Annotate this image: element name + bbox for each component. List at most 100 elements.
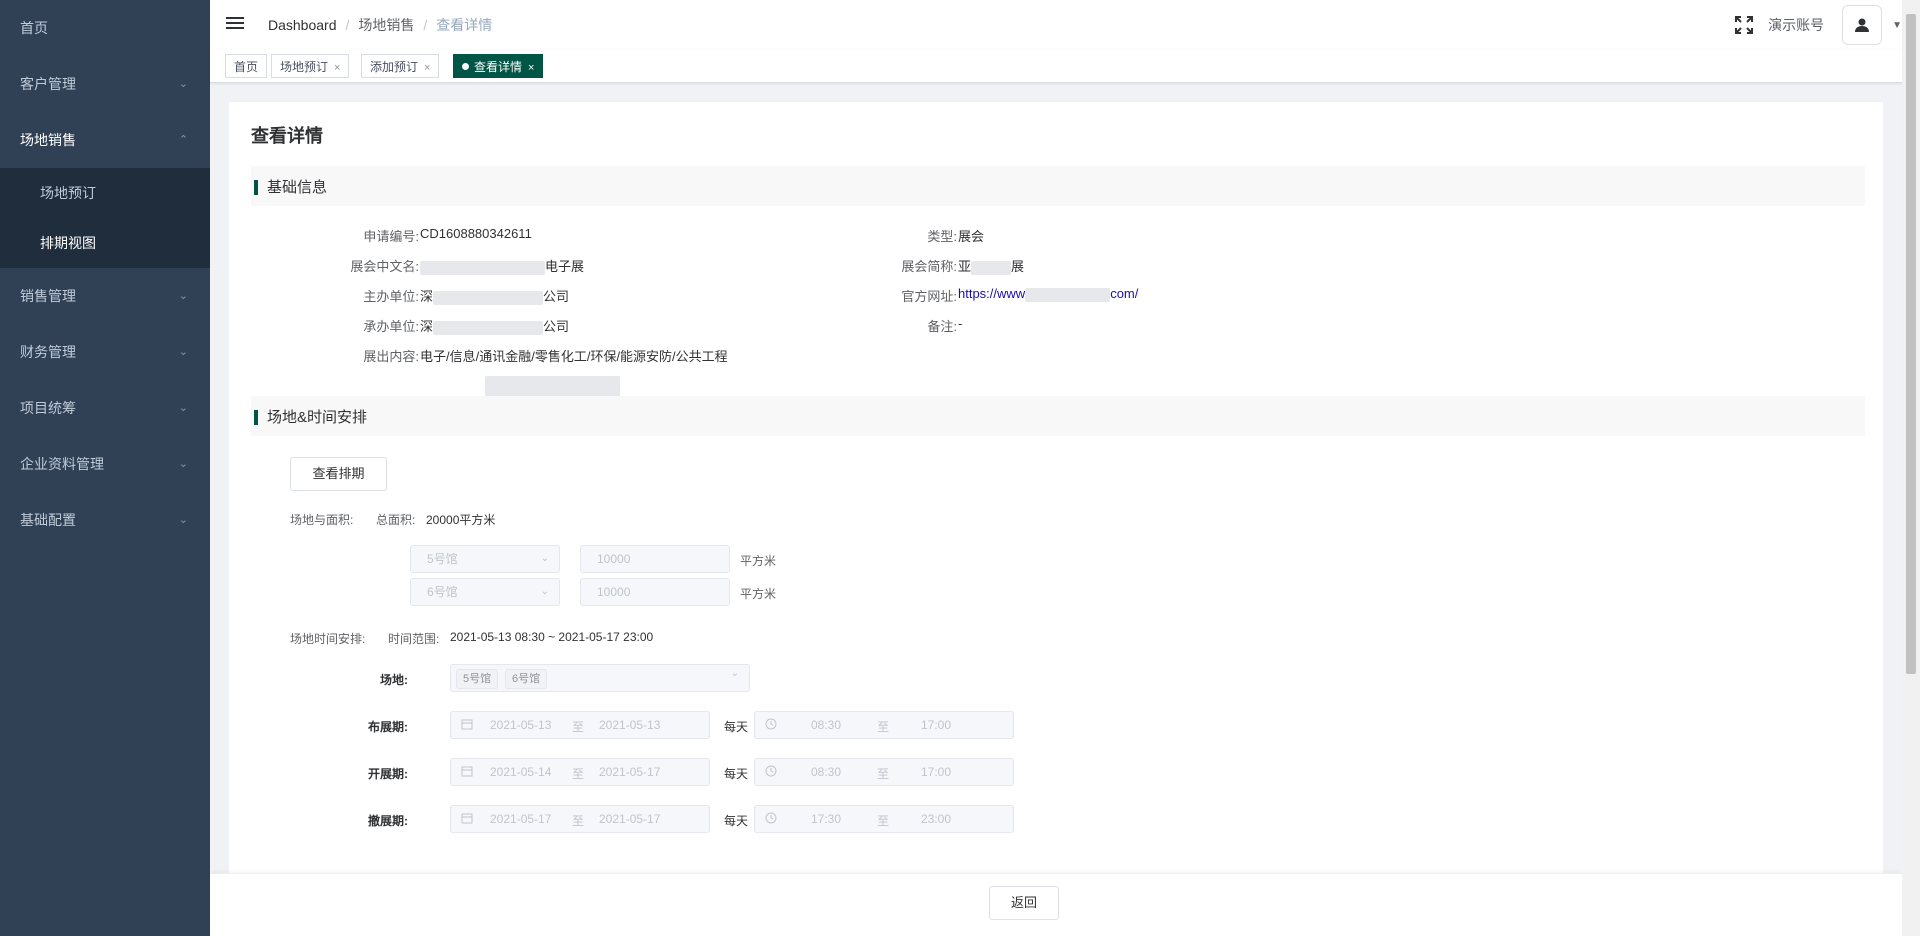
hall-select[interactable]: 5号馆 ⌄ (410, 545, 560, 573)
account-name[interactable]: 演示账号 (1768, 15, 1824, 35)
hamburger-icon[interactable] (226, 14, 244, 32)
submenu-schedule-view[interactable]: 排期视图 (0, 218, 210, 268)
scrollbar-thumb[interactable] (1906, 14, 1916, 674)
input-value: 10000 (597, 552, 631, 566)
chevron-down-icon: ⌄ (540, 553, 549, 564)
info-label: 备注: (927, 319, 957, 334)
venue-sales-submenu: 场地预订 排期视图 (0, 168, 210, 268)
date-start: 2021-05-13 (490, 718, 552, 732)
user-icon (1855, 18, 1870, 32)
menu-finance[interactable]: 财务管理 ⌄ (0, 324, 210, 380)
menu-home[interactable]: 首页 (0, 0, 210, 56)
date-end: 2021-05-17 (599, 812, 661, 826)
section-title: 基础信息 (267, 179, 328, 196)
date-range-picker[interactable]: 2021-05-14 至 2021-05-17 (450, 758, 710, 786)
menu-config[interactable]: 基础配置 ⌄ (0, 492, 210, 548)
chevron-down-icon: ⌄ (178, 290, 188, 302)
tag-home[interactable]: 首页 (225, 54, 268, 78)
area-unit: 平方米 (740, 554, 777, 568)
active-dot-icon (462, 63, 469, 71)
menu-label: 客户管理 (20, 76, 76, 92)
breadcrumb-dashboard[interactable]: Dashboard (268, 17, 337, 33)
menu-sales[interactable]: 销售管理 ⌄ (0, 268, 210, 324)
chevron-down-icon: ⌄ (540, 586, 549, 597)
value-text: 深 (420, 319, 434, 334)
redacted-block (971, 260, 1012, 275)
section-bar (254, 180, 258, 195)
venue-tag: 6号馆 (505, 669, 548, 689)
time-range-picker[interactable]: 17:30 至 23:00 (754, 805, 1014, 833)
close-icon[interactable]: × (424, 62, 430, 74)
date-range-picker[interactable]: 2021-05-17 至 2021-05-17 (450, 805, 710, 833)
caret-down-icon[interactable]: ▼ (1892, 20, 1902, 31)
expo-chinese-name: 电子展 (420, 256, 584, 275)
organizer: 深 公司 (420, 286, 569, 305)
range-separator: 至 (572, 767, 585, 781)
menu-customer[interactable]: 客户管理 ⌄ (0, 56, 210, 112)
menu-enterprise[interactable]: 企业资料管理 ⌄ (0, 436, 210, 492)
menu-label: 首页 (20, 20, 48, 36)
redacted-block (1025, 287, 1111, 302)
time-end: 17:00 (921, 765, 952, 779)
date-start: 2021-05-14 (490, 765, 552, 779)
fullscreen-icon[interactable] (1734, 15, 1754, 35)
tag-label: 查看详情 (474, 60, 523, 74)
sidebar: 首页 客户管理 ⌄ 场地销售 ⌃ 场地预订 排期视图 销售管理 ⌄ 财务管理 ⌄ 项目统… (0, 0, 210, 936)
redacted-block (433, 290, 544, 305)
hall-select[interactable]: 6号馆 ⌄ (410, 578, 560, 606)
navbar: Dashboard / 场地销售 / 查看详情 演示账号 ▼ (210, 0, 1920, 51)
period-label: 开展期: (368, 767, 408, 781)
tag-label: 场地预订 (280, 60, 329, 74)
range-separator: 至 (572, 814, 585, 828)
date-end: 2021-05-17 (599, 765, 661, 779)
time-start: 08:30 (811, 718, 842, 732)
avatar[interactable] (1842, 5, 1883, 45)
value-text: 亚 (958, 259, 972, 274)
time-label: 场地时间安排: (290, 632, 366, 646)
contractor: 深 公司 (420, 316, 569, 335)
scrollbar[interactable] (1902, 0, 1920, 936)
total-area-value: 20000平方米 (426, 513, 496, 527)
hall-area-input[interactable]: 10000 (580, 545, 730, 573)
range-separator: 至 (572, 720, 585, 734)
submenu-label: 场地预订 (40, 185, 96, 201)
menu-venue-sales[interactable]: 场地销售 ⌃ (0, 112, 210, 168)
time-range-picker[interactable]: 08:30 至 17:00 (754, 711, 1014, 739)
breadcrumb-venue-sales: 场地销售 (358, 17, 415, 33)
section-bar (254, 410, 258, 425)
breadcrumb-current: 查看详情 (436, 17, 493, 33)
menu-label: 项目统筹 (20, 400, 76, 416)
chevron-up-icon: ⌃ (178, 134, 188, 146)
expo-short-name: 亚展 (958, 256, 1024, 275)
official-website-link[interactable]: https://www com/ (958, 286, 1138, 302)
submenu-venue-booking[interactable]: 场地预订 (0, 168, 210, 218)
value-text: https://www (958, 286, 1026, 301)
value-text: com/ (1110, 286, 1139, 301)
close-icon[interactable]: × (334, 62, 340, 74)
tag-venue-booking[interactable]: 场地预订 × (271, 54, 350, 78)
chevron-down-icon: ⌄ (178, 78, 188, 90)
select-value: 6号馆 (427, 585, 458, 599)
tag-add-booking[interactable]: 添加预订 × (361, 54, 440, 78)
venue-multiselect[interactable]: 5号馆 6号馆 ⌄ (450, 664, 750, 692)
tag-view-detail[interactable]: 查看详情 × (453, 54, 544, 78)
calendar-icon (461, 719, 473, 730)
venue-tag: 5号馆 (456, 669, 499, 689)
venue-label: 场地: (380, 673, 408, 687)
menu-project[interactable]: 项目统筹 ⌄ (0, 380, 210, 436)
close-icon[interactable]: × (528, 62, 534, 74)
tag-label: 添加预订 (370, 60, 419, 74)
chevron-down-icon: ⌄ (178, 346, 188, 358)
input-value: 10000 (597, 585, 631, 599)
date-range-picker[interactable]: 2021-05-13 至 2021-05-13 (450, 711, 710, 739)
back-button[interactable]: 返回 (989, 886, 1059, 920)
view-schedule-button[interactable]: 查看排期 (290, 457, 387, 491)
nav-right: 演示账号 ▼ (1734, 5, 1902, 45)
time-start: 08:30 (811, 765, 842, 779)
range-separator: 至 (877, 720, 890, 734)
time-range-picker[interactable]: 08:30 至 17:00 (754, 758, 1014, 786)
info-label: 官方网址: (901, 289, 957, 304)
calendar-icon (461, 766, 473, 777)
date-start: 2021-05-17 (490, 812, 552, 826)
hall-area-input[interactable]: 10000 (580, 578, 730, 606)
